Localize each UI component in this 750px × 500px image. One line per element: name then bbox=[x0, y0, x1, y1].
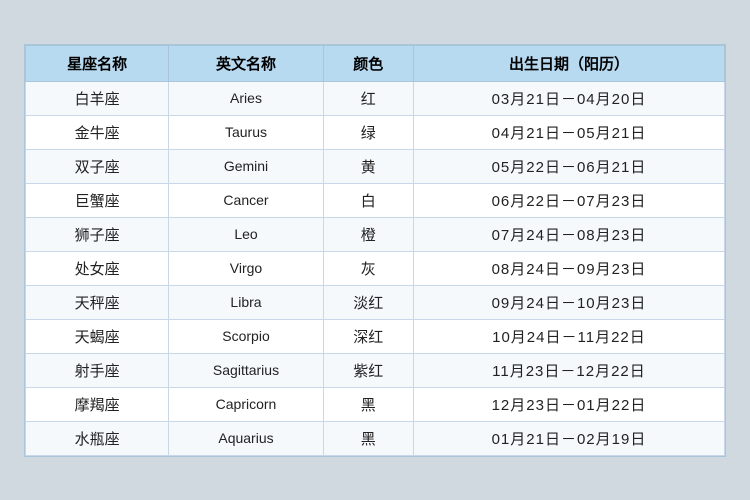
cell-date: 08月24日－09月23日 bbox=[413, 251, 724, 285]
table-row: 天蝎座Scorpio深红10月24日－11月22日 bbox=[26, 319, 725, 353]
cell-zh-name: 狮子座 bbox=[26, 217, 169, 251]
cell-zh-name: 天蝎座 bbox=[26, 319, 169, 353]
cell-date: 05月22日－06月21日 bbox=[413, 149, 724, 183]
cell-date: 01月21日－02月19日 bbox=[413, 421, 724, 455]
table-row: 摩羯座Capricorn黑12月23日－01月22日 bbox=[26, 387, 725, 421]
cell-en-name: Aquarius bbox=[169, 421, 323, 455]
cell-color: 灰 bbox=[323, 251, 413, 285]
cell-date: 03月21日－04月20日 bbox=[413, 81, 724, 115]
cell-en-name: Capricorn bbox=[169, 387, 323, 421]
cell-date: 10月24日－11月22日 bbox=[413, 319, 724, 353]
table-row: 巨蟹座Cancer白06月22日－07月23日 bbox=[26, 183, 725, 217]
cell-date: 12月23日－01月22日 bbox=[413, 387, 724, 421]
header-en-name: 英文名称 bbox=[169, 45, 323, 81]
cell-zh-name: 白羊座 bbox=[26, 81, 169, 115]
cell-zh-name: 双子座 bbox=[26, 149, 169, 183]
cell-color: 黑 bbox=[323, 421, 413, 455]
zodiac-table-wrapper: 星座名称 英文名称 颜色 出生日期（阳历） 白羊座Aries红03月21日－04… bbox=[24, 44, 726, 457]
cell-color: 红 bbox=[323, 81, 413, 115]
cell-en-name: Virgo bbox=[169, 251, 323, 285]
table-header-row: 星座名称 英文名称 颜色 出生日期（阳历） bbox=[26, 45, 725, 81]
table-row: 金牛座Taurus绿04月21日－05月21日 bbox=[26, 115, 725, 149]
cell-zh-name: 处女座 bbox=[26, 251, 169, 285]
cell-color: 黄 bbox=[323, 149, 413, 183]
cell-en-name: Aries bbox=[169, 81, 323, 115]
cell-color: 黑 bbox=[323, 387, 413, 421]
cell-color: 深红 bbox=[323, 319, 413, 353]
table-row: 狮子座Leo橙07月24日－08月23日 bbox=[26, 217, 725, 251]
zodiac-table: 星座名称 英文名称 颜色 出生日期（阳历） 白羊座Aries红03月21日－04… bbox=[25, 45, 725, 456]
cell-color: 紫红 bbox=[323, 353, 413, 387]
cell-en-name: Cancer bbox=[169, 183, 323, 217]
table-body: 白羊座Aries红03月21日－04月20日金牛座Taurus绿04月21日－0… bbox=[26, 81, 725, 455]
cell-zh-name: 金牛座 bbox=[26, 115, 169, 149]
table-row: 处女座Virgo灰08月24日－09月23日 bbox=[26, 251, 725, 285]
cell-zh-name: 水瓶座 bbox=[26, 421, 169, 455]
cell-en-name: Scorpio bbox=[169, 319, 323, 353]
header-zh-name: 星座名称 bbox=[26, 45, 169, 81]
cell-en-name: Taurus bbox=[169, 115, 323, 149]
cell-en-name: Leo bbox=[169, 217, 323, 251]
cell-zh-name: 射手座 bbox=[26, 353, 169, 387]
cell-zh-name: 天秤座 bbox=[26, 285, 169, 319]
cell-en-name: Libra bbox=[169, 285, 323, 319]
cell-color: 淡红 bbox=[323, 285, 413, 319]
table-row: 白羊座Aries红03月21日－04月20日 bbox=[26, 81, 725, 115]
header-color: 颜色 bbox=[323, 45, 413, 81]
header-date: 出生日期（阳历） bbox=[413, 45, 724, 81]
cell-date: 07月24日－08月23日 bbox=[413, 217, 724, 251]
cell-date: 04月21日－05月21日 bbox=[413, 115, 724, 149]
cell-en-name: Gemini bbox=[169, 149, 323, 183]
cell-en-name: Sagittarius bbox=[169, 353, 323, 387]
cell-zh-name: 巨蟹座 bbox=[26, 183, 169, 217]
cell-date: 11月23日－12月22日 bbox=[413, 353, 724, 387]
cell-color: 绿 bbox=[323, 115, 413, 149]
table-row: 水瓶座Aquarius黑01月21日－02月19日 bbox=[26, 421, 725, 455]
cell-color: 白 bbox=[323, 183, 413, 217]
cell-zh-name: 摩羯座 bbox=[26, 387, 169, 421]
cell-color: 橙 bbox=[323, 217, 413, 251]
table-row: 射手座Sagittarius紫红11月23日－12月22日 bbox=[26, 353, 725, 387]
table-row: 天秤座Libra淡红09月24日－10月23日 bbox=[26, 285, 725, 319]
table-row: 双子座Gemini黄05月22日－06月21日 bbox=[26, 149, 725, 183]
cell-date: 06月22日－07月23日 bbox=[413, 183, 724, 217]
cell-date: 09月24日－10月23日 bbox=[413, 285, 724, 319]
